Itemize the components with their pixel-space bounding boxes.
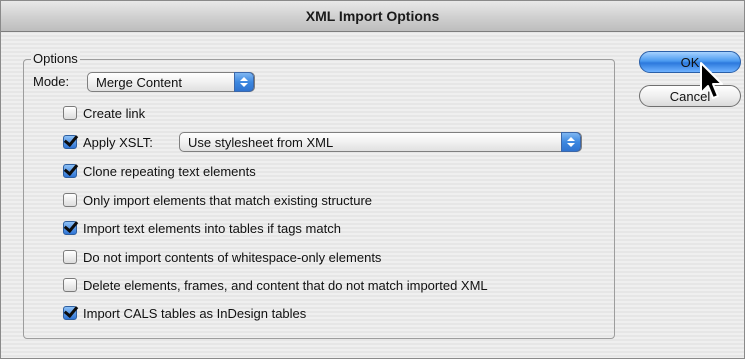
whitespace-only-checkbox[interactable] <box>63 250 77 264</box>
only-import-matching-checkbox[interactable] <box>63 193 77 207</box>
only-import-matching-label: Only import elements that match existing… <box>83 192 373 208</box>
xslt-stylesheet-popup[interactable]: Use stylesheet from XML <box>179 132 582 152</box>
ok-button-label: OK <box>680 54 700 70</box>
cancel-button[interactable]: Cancel <box>639 85 741 107</box>
import-into-tables-checkbox[interactable] <box>63 221 77 235</box>
apply-xslt-label: Apply XSLT: <box>83 134 153 150</box>
clone-repeating-label: Clone repeating text elements <box>83 163 256 179</box>
mode-popup[interactable]: Merge Content <box>87 72 255 92</box>
import-into-tables-option[interactable]: Import text elements into tables if tags… <box>63 219 341 237</box>
whitespace-only-option[interactable]: Do not import contents of whitespace-onl… <box>63 248 381 266</box>
only-import-matching-option[interactable]: Only import elements that match existing… <box>63 191 372 209</box>
popup-arrows-icon <box>234 72 254 92</box>
ok-button[interactable]: OK <box>639 51 741 73</box>
mode-selected-value: Merge Content <box>96 74 182 90</box>
xslt-selected-value: Use stylesheet from XML <box>188 134 334 150</box>
title-bar: XML Import Options <box>1 1 744 32</box>
import-cals-option[interactable]: Import CALS tables as InDesign tables <box>63 304 306 322</box>
options-group-legend: Options <box>31 51 80 66</box>
popup-arrows-icon <box>561 132 581 152</box>
window-title: XML Import Options <box>305 8 440 24</box>
apply-xslt-checkbox[interactable] <box>63 135 77 149</box>
import-cals-checkbox[interactable] <box>63 306 77 320</box>
delete-unmatched-label: Delete elements, frames, and content tha… <box>83 277 488 293</box>
create-link-checkbox[interactable] <box>63 106 77 120</box>
mouse-pointer-icon <box>700 62 723 99</box>
mode-label: Mode: <box>33 74 70 89</box>
import-into-tables-label: Import text elements into tables if tags… <box>83 220 341 236</box>
create-link-label: Create link <box>83 105 146 121</box>
create-link-option[interactable]: Create link <box>63 104 145 122</box>
import-cals-label: Import CALS tables as InDesign tables <box>83 305 307 321</box>
apply-xslt-option[interactable]: Apply XSLT: <box>63 133 153 151</box>
delete-unmatched-checkbox[interactable] <box>63 278 77 292</box>
whitespace-only-label: Do not import contents of whitespace-onl… <box>83 249 382 265</box>
xml-import-options-dialog: XML Import Options Options Mode: Merge C… <box>0 0 745 359</box>
clone-repeating-option[interactable]: Clone repeating text elements <box>63 162 256 180</box>
clone-repeating-checkbox[interactable] <box>63 164 77 178</box>
delete-unmatched-option[interactable]: Delete elements, frames, and content tha… <box>63 276 488 294</box>
